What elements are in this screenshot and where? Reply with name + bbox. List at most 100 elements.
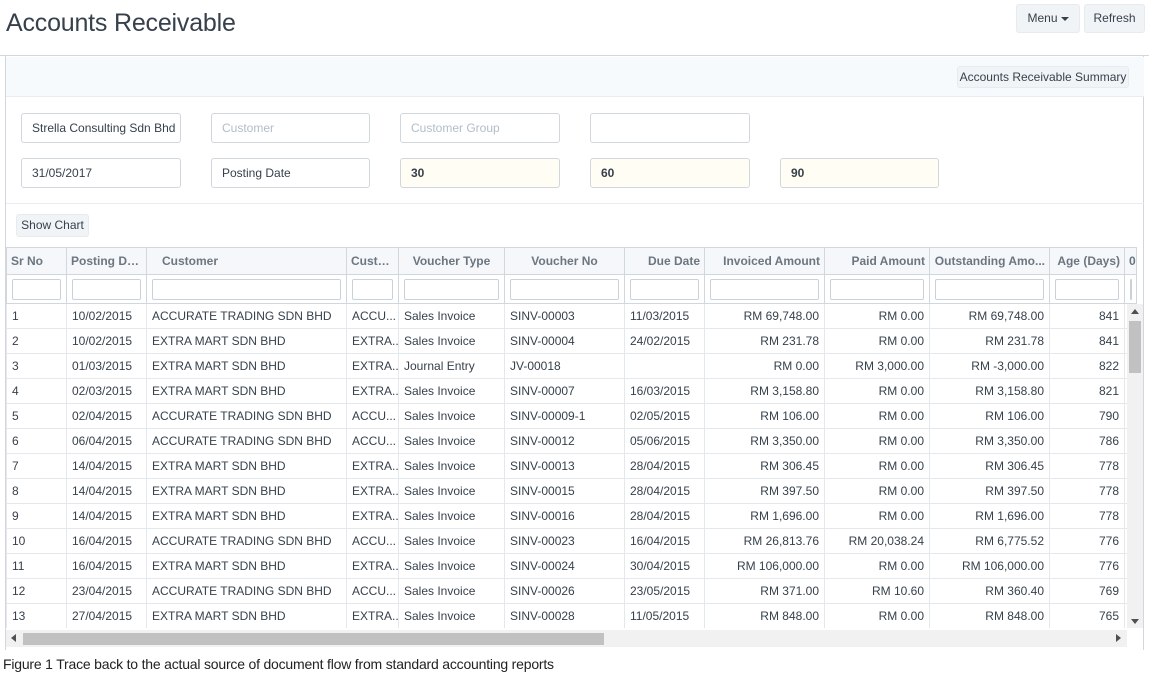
customer-field[interactable]: Customer [211,113,370,143]
column-filter-input[interactable] [12,278,61,300]
table-cell: RM 306.45 [929,453,1050,479]
table-cell: SINV-00004 [504,328,625,354]
column-header-paid-amount[interactable]: Paid Amount [824,247,930,275]
table-row[interactable]: 1 10/02/2015 ACCURATE TRADING SDN BHD ACCU.… [6,303,1137,329]
table-row[interactable]: 11 16/04/2015 EXTRA MART SDN BHD EXTRA... Sa… [6,553,1137,579]
column-filter-input[interactable] [710,278,819,300]
table-cell: 02/04/2015 [66,403,147,429]
report-table: Sr No Posting Da... Customer Custo... Vo… [6,247,1137,628]
range3-field[interactable]: 90 [780,158,939,188]
column-header-overflow[interactable]: 0 [1124,247,1137,275]
table-cell: EXTRA MART SDN BHD [146,453,347,479]
refresh-button[interactable]: Refresh [1084,4,1145,33]
table-row[interactable]: 12 23/04/2015 ACCURATE TRADING SDN BHD ACCU… [6,578,1137,604]
menu-label: Menu [1027,11,1058,25]
scroll-down-icon[interactable] [1131,619,1139,624]
column-header-outstanding-amount[interactable]: Outstanding Amo... [929,247,1050,275]
column-filter-cell [346,274,399,304]
table-cell: 10/02/2015 [66,303,147,329]
table-cell: 06/04/2015 [66,428,147,454]
table-cell: RM 0.00 [824,478,930,504]
scroll-left-icon[interactable] [11,634,16,642]
vertical-scrollbar-thumb[interactable] [1129,321,1141,373]
table-cell: SINV-00013 [504,453,625,479]
column-filter-input[interactable] [1055,278,1119,300]
table-cell: RM 3,158.80 [929,378,1050,404]
table-cell: EXTRA... [346,378,399,404]
scroll-up-icon[interactable] [1131,309,1139,314]
table-row[interactable]: 7 14/04/2015 EXTRA MART SDN BHD EXTRA... Sal… [6,453,1137,479]
column-filter-input[interactable] [935,278,1044,300]
column-filter-cell [66,274,147,304]
table-cell: SINV-00015 [504,478,625,504]
column-filter-cell [6,274,67,304]
table-cell: EXTRA... [346,503,399,529]
table-cell: Sales Invoice [398,328,505,354]
customer-group-field[interactable]: Customer Group [400,113,560,143]
column-filter-input[interactable] [404,278,499,300]
table-row[interactable]: 8 14/04/2015 EXTRA MART SDN BHD EXTRA... Sal… [6,478,1137,504]
table-cell: 7 [6,453,67,479]
table-cell: RM -3,000.00 [929,353,1050,379]
column-header-customer[interactable]: Customer [146,247,347,275]
range1-field[interactable]: 30 [400,158,560,188]
table-cell: 776 [1049,553,1125,579]
table-row[interactable]: 3 01/03/2015 EXTRA MART SDN BHD EXTRA... Jou… [6,353,1137,379]
table-cell: ACCURATE TRADING SDN BHD [146,528,347,554]
show-chart-button[interactable]: Show Chart [16,214,89,237]
column-filter-input[interactable] [1130,278,1132,300]
table-cell: RM 0.00 [824,303,930,329]
table-row[interactable]: 2 10/02/2015 EXTRA MART SDN BHD EXTRA... Sal… [6,328,1137,354]
table-cell: EXTRA... [346,328,399,354]
table-row[interactable]: 13 27/04/2015 EXTRA MART SDN BHD EXTRA... Sa… [6,603,1137,628]
table-cell: 30/04/2015 [624,553,705,579]
table-cell: RM 106,000.00 [704,553,825,579]
column-filter-input[interactable] [152,278,341,300]
report-date-field[interactable]: 31/05/2017 [21,158,181,188]
table-cell: ACCU... [346,428,399,454]
table-cell: SINV-00009-1 [504,403,625,429]
column-header-age-days[interactable]: Age (Days) [1049,247,1125,275]
range2-field[interactable]: 60 [590,158,750,188]
table-cell: EXTRA... [346,603,399,628]
column-filter-input[interactable] [830,278,924,300]
table-cell: ACCURATE TRADING SDN BHD [146,403,347,429]
table-cell: RM 231.78 [704,328,825,354]
table-cell: Sales Invoice [398,403,505,429]
table-cell: RM 6,775.52 [929,528,1050,554]
scroll-right-icon[interactable] [1116,634,1121,642]
table-cell: EXTRA MART SDN BHD [146,478,347,504]
menu-button[interactable]: Menu [1016,4,1080,33]
table-cell: 16/03/2015 [624,378,705,404]
accounts-receivable-summary-button[interactable]: Accounts Receivable Summary [957,66,1129,88]
column-filter-input[interactable] [510,278,619,300]
table-row[interactable]: 6 06/04/2015 ACCURATE TRADING SDN BHD ACCU.… [6,428,1137,454]
company-field[interactable]: Strella Consulting Sdn Bhd [21,113,181,143]
column-header-voucher-type[interactable]: Voucher Type [398,247,505,275]
table-cell: 11/03/2015 [624,303,705,329]
table-cell: ACCU... [346,303,399,329]
table-cell: Sales Invoice [398,478,505,504]
column-header-customer-name[interactable]: Custo... [346,247,399,275]
table-row[interactable]: 4 02/03/2015 EXTRA MART SDN BHD EXTRA... Sal… [6,378,1137,404]
column-filter-input[interactable] [352,278,393,300]
column-header-posting-date[interactable]: Posting Da... [66,247,147,275]
table-row[interactable]: 9 14/04/2015 EXTRA MART SDN BHD EXTRA... Sal… [6,503,1137,529]
empty-filter-field[interactable] [590,113,750,143]
column-header-sr-no[interactable]: Sr No [6,247,67,275]
table-row[interactable]: 10 16/04/2015 ACCURATE TRADING SDN BHD ACCU… [6,528,1137,554]
column-header-invoiced-amount[interactable]: Invoiced Amount [704,247,825,275]
table-row[interactable]: 5 02/04/2015 ACCURATE TRADING SDN BHD ACCU.… [6,403,1137,429]
column-filter-input[interactable] [630,278,699,300]
table-cell [624,353,705,379]
ageing-based-on-select[interactable]: Posting Date [211,158,370,188]
column-filter-input[interactable] [72,278,141,300]
column-header-due-date[interactable]: Due Date [624,247,705,275]
column-header-voucher-no[interactable]: Voucher No [504,247,625,275]
table-cell: ACCURATE TRADING SDN BHD [146,428,347,454]
table-cell: SINV-00012 [504,428,625,454]
table-cell: RM 360.40 [929,578,1050,604]
horizontal-scrollbar-thumb[interactable] [23,633,604,645]
report-grid: Sr No Posting Da... Customer Custo... Vo… [6,247,1144,628]
table-cell: SINV-00028 [504,603,625,628]
